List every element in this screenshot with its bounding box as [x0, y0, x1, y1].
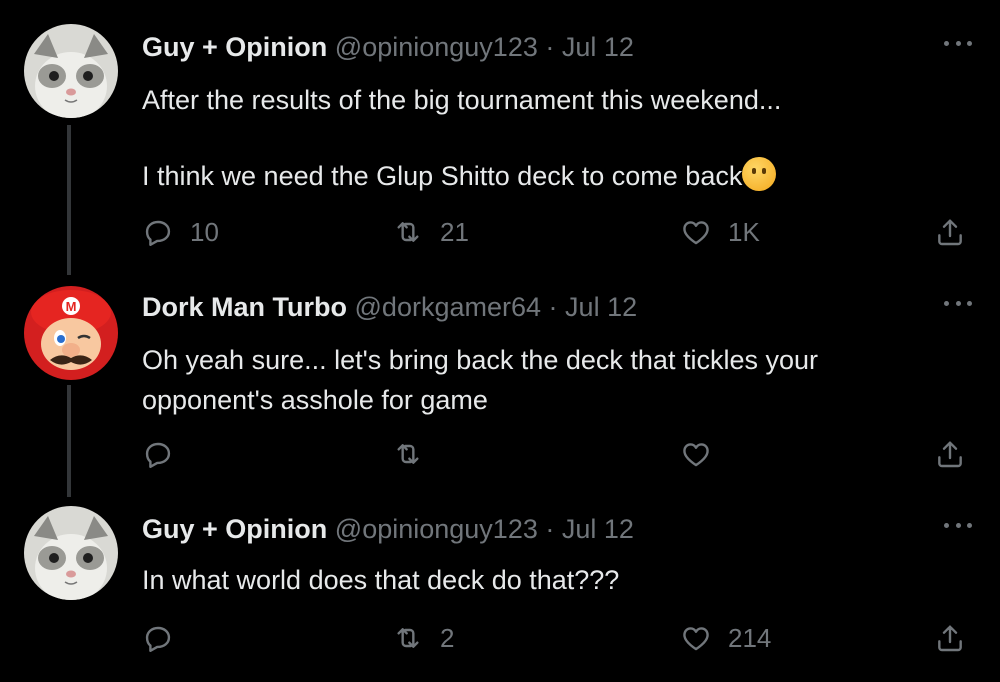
- handle[interactable]: @dorkgamer64: [355, 292, 542, 322]
- more-icon[interactable]: [944, 38, 972, 48]
- thinking-face-icon: [742, 157, 777, 191]
- display-name[interactable]: Guy + Opinion: [142, 32, 327, 62]
- tweet-text-line: In what world does that deck do that???: [142, 565, 620, 595]
- retweet-button[interactable]: 21: [392, 216, 469, 248]
- reply-icon: [142, 622, 174, 654]
- like-icon: [680, 216, 712, 248]
- retweet-icon: [392, 622, 424, 654]
- reply-button[interactable]: 10: [142, 216, 219, 248]
- reply-icon: [142, 216, 174, 248]
- retweet-button[interactable]: [392, 438, 424, 470]
- like-icon: [680, 438, 712, 470]
- timestamp[interactable]: Jul 12: [562, 32, 634, 62]
- like-icon: [680, 622, 712, 654]
- like-button[interactable]: 1K: [680, 216, 760, 248]
- tweet[interactable]: M Dork Man Turbo @dorkgamer64 · Jul 12 O…: [0, 280, 1000, 500]
- mario-avatar-image: M: [24, 286, 118, 380]
- cat-avatar-image: [24, 24, 118, 118]
- retweet-icon: [392, 216, 424, 248]
- tweet-header: Guy + Opinion @opinionguy123 · Jul 12: [142, 32, 634, 63]
- separator: ·: [545, 514, 555, 544]
- handle[interactable]: @opinionguy123: [335, 32, 538, 62]
- tweet-header: Guy + Opinion @opinionguy123 · Jul 12: [142, 514, 634, 545]
- reply-count: 10: [190, 216, 219, 247]
- reply-button[interactable]: [142, 438, 174, 470]
- tweet-text-line: I think we need the Glup Shitto deck to …: [142, 156, 942, 196]
- like-count: 1K: [728, 216, 760, 247]
- retweet-button[interactable]: 2: [392, 622, 454, 654]
- share-button[interactable]: [934, 438, 966, 470]
- avatar[interactable]: [24, 24, 118, 118]
- tweet-text: Oh yeah sure... let's bring back the dec…: [142, 340, 942, 420]
- display-name[interactable]: Guy + Opinion: [142, 514, 327, 544]
- tweet-header: Dork Man Turbo @dorkgamer64 · Jul 12: [142, 292, 637, 323]
- tweet-text: In what world does that deck do that???: [142, 560, 942, 600]
- tweet-text-line: Oh yeah sure... let's bring back the dec…: [142, 345, 818, 375]
- svg-text:M: M: [66, 299, 77, 314]
- tweet-actions: 10 21 1K: [0, 216, 1000, 256]
- like-button[interactable]: [680, 438, 712, 470]
- tweet[interactable]: Guy + Opinion @opinionguy123 · Jul 12 Af…: [0, 0, 1000, 280]
- tweet-text: After the results of the big tournament …: [142, 80, 942, 196]
- share-icon: [934, 216, 966, 248]
- retweet-count: 21: [440, 216, 469, 247]
- handle[interactable]: @opinionguy123: [335, 514, 538, 544]
- like-button[interactable]: 214: [680, 622, 771, 654]
- more-icon[interactable]: [944, 298, 972, 308]
- reply-button[interactable]: [142, 622, 174, 654]
- share-button[interactable]: [934, 622, 966, 654]
- separator: ·: [548, 292, 558, 322]
- tweet-actions: 2 214: [0, 622, 1000, 662]
- display-name[interactable]: Dork Man Turbo: [142, 292, 347, 322]
- share-icon: [934, 622, 966, 654]
- tweet-actions: [0, 438, 1000, 478]
- tweet-text-line: After the results of the big tournament …: [142, 85, 782, 115]
- reply-icon: [142, 438, 174, 470]
- more-icon[interactable]: [944, 520, 972, 530]
- cat-avatar-image: [24, 506, 118, 600]
- avatar[interactable]: [24, 506, 118, 600]
- timestamp[interactable]: Jul 12: [565, 292, 637, 322]
- separator: ·: [545, 32, 555, 62]
- share-button[interactable]: [934, 216, 966, 248]
- timestamp[interactable]: Jul 12: [562, 514, 634, 544]
- like-count: 214: [728, 622, 772, 653]
- retweet-icon: [392, 438, 424, 470]
- avatar[interactable]: M: [24, 286, 118, 380]
- retweet-count: 2: [440, 622, 455, 653]
- share-icon: [934, 438, 966, 470]
- tweet[interactable]: Guy + Opinion @opinionguy123 · Jul 12 In…: [0, 500, 1000, 682]
- tweet-text-line: opponent's asshole for game: [142, 385, 488, 415]
